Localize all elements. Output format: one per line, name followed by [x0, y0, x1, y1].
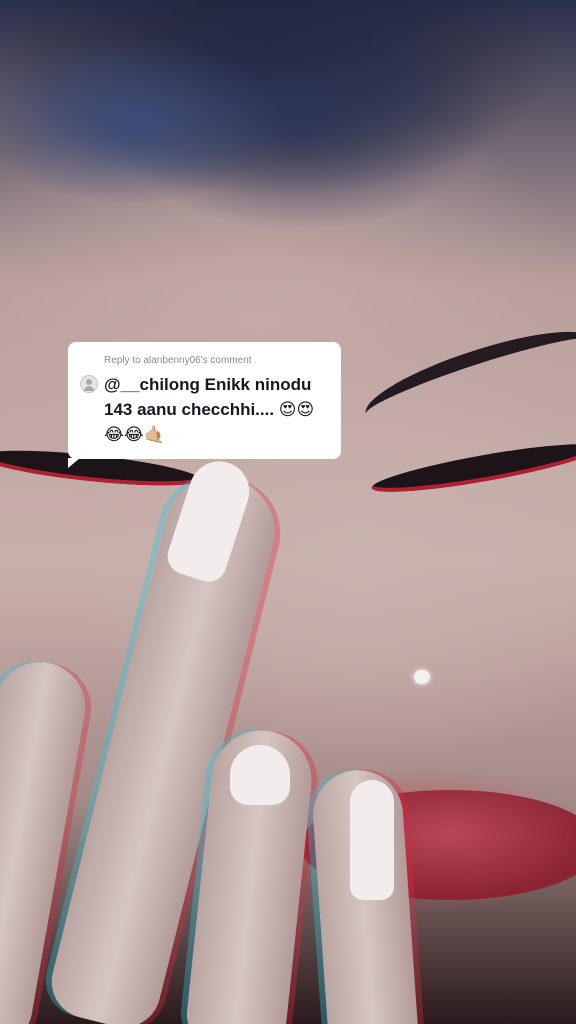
reply-comment-sticker[interactable]: Reply to alanbenny06's comment @__chilon…	[68, 342, 341, 468]
video-frame	[0, 0, 576, 1024]
video-player[interactable]: Reply to alanbenny06's comment @__chilon…	[0, 0, 576, 1024]
nose-stud	[414, 670, 430, 684]
fingernail	[350, 780, 394, 900]
closed-eye-right	[369, 435, 576, 501]
fingernail	[230, 745, 290, 805]
reply-comment-text: @__chilong Enikk ninodu 143 aanu checchh…	[104, 375, 315, 444]
default-avatar-icon	[80, 375, 98, 393]
reply-header: Reply to alanbenny06's comment	[104, 355, 252, 366]
eyebrow	[357, 314, 576, 440]
reply-body: @__chilong Enikk ninodu 143 aanu checchh…	[80, 372, 329, 447]
